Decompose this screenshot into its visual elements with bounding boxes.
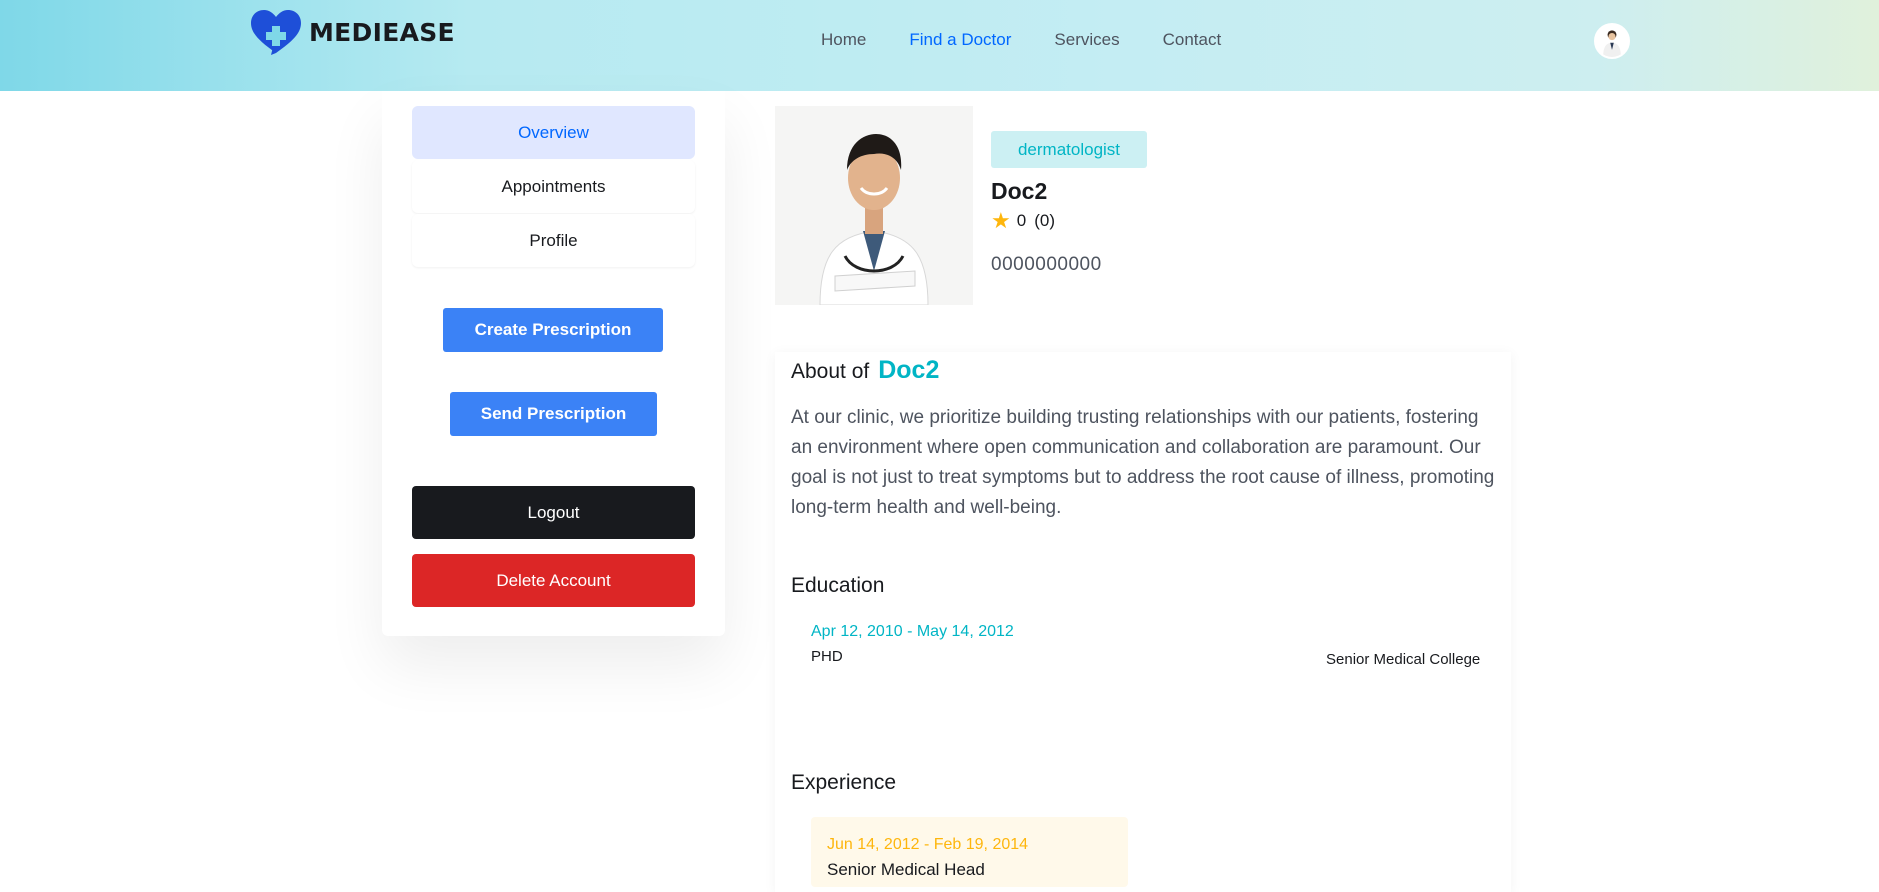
delete-account-button[interactable]: Delete Account <box>412 554 695 607</box>
about-doctor-name: Doc2 <box>878 356 940 384</box>
education-degree: PHD <box>811 648 843 665</box>
logout-button[interactable]: Logout <box>412 486 695 539</box>
nav-contact[interactable]: Contact <box>1163 30 1222 50</box>
doctor-avatar-icon <box>1596 25 1628 57</box>
doctor-portrait-icon <box>775 106 973 305</box>
about-heading: About of Doc2 <box>791 356 939 385</box>
tab-overview[interactable]: Overview <box>412 106 695 159</box>
nav-home[interactable]: Home <box>821 30 866 50</box>
education-heading: Education <box>791 574 885 597</box>
rating-value: 0 <box>1016 211 1027 230</box>
experience-heading: Experience <box>791 771 897 794</box>
send-prescription-button[interactable]: Send Prescription <box>450 392 657 436</box>
doctor-rating: ★ 0 (0) <box>991 210 1055 232</box>
experience-dates: Jun 14, 2012 - Feb 19, 2014 <box>827 836 1029 853</box>
doctor-photo <box>775 106 973 305</box>
education-dates: Apr 12, 2010 - May 14, 2012 <box>811 623 1014 640</box>
nav-find-a-doctor[interactable]: Find a Doctor <box>909 30 1011 50</box>
specialization-badge: dermatologist <box>991 131 1147 168</box>
create-prescription-button[interactable]: Create Prescription <box>443 308 663 352</box>
doctor-phone: 0000000000 <box>991 254 1102 275</box>
tab-profile[interactable]: Profile <box>412 214 695 267</box>
about-label: About of <box>791 360 870 383</box>
tab-appointments[interactable]: Appointments <box>412 160 695 213</box>
brand-name: MEDIEASE <box>309 17 455 47</box>
doctor-name: Doc2 <box>991 178 1048 204</box>
heart-plus-logo-icon <box>251 10 301 55</box>
logo[interactable]: MEDIEASE <box>249 9 455 55</box>
about-description: At our clinic, we prioritize building tr… <box>791 407 1495 518</box>
education-school: Senior Medical College <box>1326 651 1481 668</box>
nav-services[interactable]: Services <box>1054 30 1119 50</box>
user-avatar[interactable] <box>1594 23 1630 59</box>
header: MEDIEASE Home Find a Doctor Services Con… <box>0 0 1879 91</box>
main-nav: Home Find a Doctor Services Contact <box>821 30 1264 50</box>
sidebar: Overview Appointments Profile Create Pre… <box>382 91 725 636</box>
review-count: (0) <box>1034 211 1055 230</box>
star-icon: ★ <box>991 208 1011 233</box>
experience-role: Senior Medical Head <box>827 860 985 879</box>
